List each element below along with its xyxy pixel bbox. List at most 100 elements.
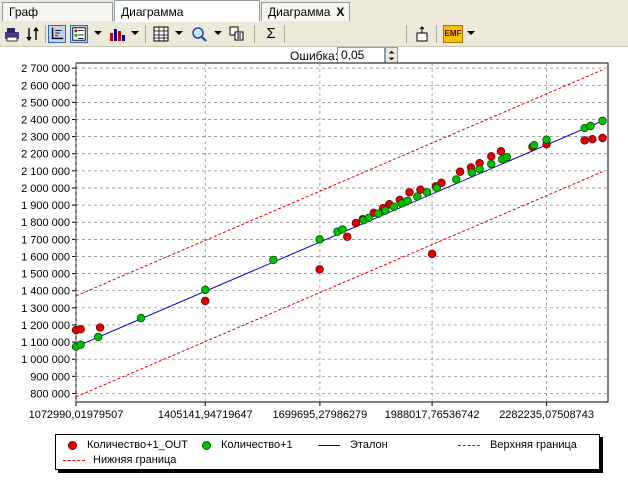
target-point [201, 285, 210, 295]
close-icon[interactable]: X [336, 5, 344, 19]
y-tick-label: 1 100 000 [21, 337, 70, 349]
tab-neural-graph[interactable]: Граф нейросетиX [2, 2, 113, 38]
out-point [351, 218, 361, 228]
toolbar: Σ Ошибка: 0,05 EMF [0, 22, 628, 64]
tab-bar: Граф нейросетиX Диаграмма рассеянияX Диа… [0, 0, 628, 41]
out-point [201, 296, 210, 306]
x-tick-label: 1072990,01979507 [29, 409, 124, 421]
x-tick-label: 1988017,76536742 [385, 409, 480, 421]
y-tick-label: 1 300 000 [21, 303, 70, 315]
y-tick-label: 1 500 000 [21, 269, 70, 281]
target-point [487, 159, 496, 169]
chevron-down-icon[interactable] [214, 31, 222, 35]
out-point [496, 146, 506, 156]
x-tick-label: 1405141,94719647 [158, 409, 253, 421]
chevron-down-icon[interactable] [94, 31, 102, 35]
target-point [598, 116, 607, 126]
y-tick-label: 2 600 000 [21, 80, 70, 92]
legend-label: Количество+1_OUT [87, 439, 188, 451]
target-point [136, 313, 146, 323]
out-point [95, 323, 105, 332]
chart-legend: Количество+1_OUT Количество+1 Эталон Вер… [55, 434, 600, 470]
chart-type-icon[interactable] [108, 25, 126, 43]
scatter-chart: 800 000 900 000 1 000 000 1 100 000 1 200 00… [21, 62, 609, 421]
y-tick-label: 900 000 [30, 371, 70, 383]
out-point [76, 325, 85, 334]
y-tick-label: 2 000 000 [21, 183, 70, 195]
legend-label: Количество+1 [221, 439, 293, 451]
sort-icon[interactable] [24, 25, 42, 43]
y-tick-label: 2 500 000 [21, 97, 70, 109]
legend-item-out: Количество+1_OUT [68, 438, 188, 452]
legend-label: Верхняя граница [490, 439, 577, 451]
copy-icon[interactable] [228, 25, 246, 43]
legend-label: Нижняя граница [93, 454, 177, 466]
legend-label: Эталон [350, 439, 388, 451]
target-point [76, 340, 85, 349]
chevron-down-icon[interactable] [175, 31, 183, 35]
legend-item-reference: Эталон [318, 438, 388, 452]
y-tick-label: 1 400 000 [21, 286, 70, 298]
out-point [405, 188, 414, 197]
axes-icon[interactable] [48, 25, 66, 43]
out-point [315, 265, 324, 274]
y-tick-label: 1 800 000 [21, 217, 70, 229]
printer-icon[interactable] [3, 25, 21, 43]
legend-marker [68, 440, 77, 450]
legend-marker [202, 440, 211, 450]
target-point [502, 152, 512, 162]
y-tick-label: 2 100 000 [21, 166, 70, 178]
y-tick-label: 1 000 000 [21, 354, 70, 366]
y-tick-label: 1 700 000 [21, 234, 70, 246]
chevron-down-icon[interactable] [467, 31, 475, 35]
x-tick-label: 2282235,07508743 [499, 409, 594, 421]
y-tick-label: 2 400 000 [21, 115, 70, 127]
y-tick-label: 2 300 000 [21, 132, 70, 144]
target-point [542, 135, 551, 144]
y-tick-label: 1 900 000 [21, 200, 70, 212]
table-icon[interactable] [152, 25, 170, 43]
target-point [364, 213, 373, 223]
legend-item-upper: Верхняя граница [458, 438, 577, 452]
legend-marker [63, 459, 85, 461]
out-point [580, 136, 589, 145]
target-point [529, 140, 539, 150]
y-tick-label: 1 600 000 [21, 251, 70, 263]
out-point [588, 134, 597, 144]
target-point [422, 188, 432, 197]
y-tick-label: 2 700 000 [21, 63, 70, 75]
target-point [338, 225, 347, 234]
legend-item-lower: Нижняя граница [63, 453, 176, 467]
tab-label: Диаграмма [268, 5, 331, 19]
y-tick-label: 1 200 000 [21, 320, 70, 332]
x-tick-label: 1699695,27986279 [272, 409, 367, 421]
target-point [269, 255, 278, 265]
target-point [374, 209, 383, 218]
out-point [487, 152, 496, 161]
tab-scatter-plot[interactable]: Диаграмма рассеянияX [114, 0, 260, 41]
out-point [427, 249, 437, 259]
target-point [93, 332, 103, 342]
target-point [315, 235, 324, 244]
cursor-icon[interactable] [414, 25, 432, 43]
target-point [381, 206, 390, 215]
y-tick-label: 800 000 [30, 388, 70, 400]
legend-item-target: Количество+1 [202, 438, 293, 452]
target-point [452, 175, 461, 184]
zoom-icon[interactable] [190, 25, 208, 43]
chevron-down-icon[interactable] [131, 31, 139, 35]
out-point [455, 167, 465, 176]
tab-diagram[interactable]: Диаграмма X [261, 2, 350, 21]
target-point [586, 121, 595, 131]
legend-marker [318, 444, 340, 446]
out-point [343, 232, 352, 241]
target-point [475, 164, 484, 174]
y-tick-label: 2 200 000 [21, 149, 70, 161]
out-point [598, 133, 607, 143]
target-point [432, 183, 441, 193]
legend-icon[interactable] [70, 25, 88, 43]
target-point [389, 202, 399, 212]
target-point [403, 196, 412, 206]
emf-export-icon[interactable]: EMF [443, 25, 463, 43]
sum-icon[interactable]: Σ [262, 25, 280, 43]
